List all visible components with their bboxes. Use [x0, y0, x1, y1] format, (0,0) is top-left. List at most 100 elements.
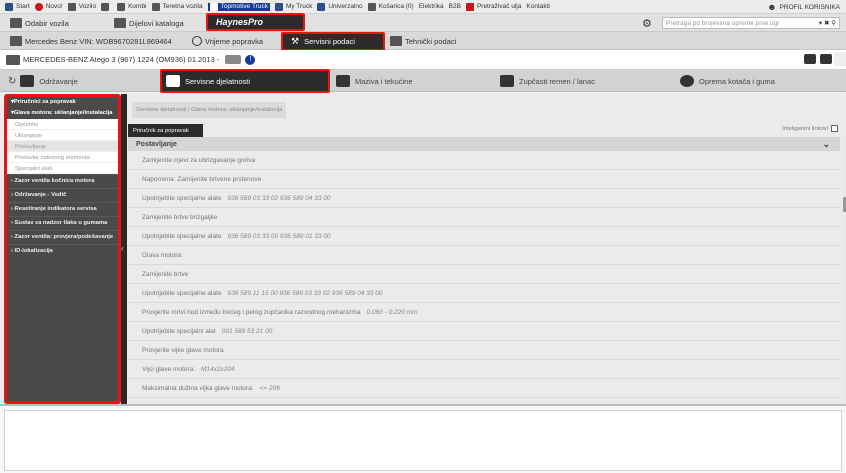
- wheel-icon: [680, 75, 694, 87]
- topbar-univerzalno[interactable]: Univerzalno: [317, 2, 363, 11]
- sidebar-subitem[interactable]: Postavke zateznog momenta: [7, 152, 118, 163]
- row-text: Maksimalna dužina vijka glave motora:: [142, 384, 254, 392]
- service-data-tab[interactable]: ⚒ Servisni podaci: [281, 32, 385, 51]
- email-icon[interactable]: [804, 54, 816, 64]
- sidebar-group[interactable]: › Zazor ventila kočnica motora: [7, 174, 118, 188]
- topbar-topmotive[interactable]: Topmotive Truck: [207, 2, 270, 11]
- sidebar-subitem-selected[interactable]: Postavljanje: [7, 141, 118, 152]
- vehicle-select-button[interactable]: Odabir vozila: [10, 14, 69, 32]
- sidebar-group-open[interactable]: ▾Glava motora: uklanjanje/instalacija: [7, 108, 118, 119]
- table-row: Zamijenite cijevi za ubrizgavanje goriva: [128, 151, 840, 170]
- row-text: Upotrijebite specijalne alate: [142, 232, 222, 240]
- category-lubricants[interactable]: Maziva i tekućine: [336, 70, 413, 92]
- table-row: Zamijenite brtve: [128, 265, 840, 284]
- topbar-kosarica[interactable]: Košarica (0): [367, 2, 414, 11]
- topbar-mytruck[interactable]: My Truck: [274, 2, 312, 11]
- cart-icon: [367, 2, 376, 11]
- topbar-vozilo[interactable]: Vozilo: [67, 2, 96, 11]
- chevron-down-icon[interactable]: ⌄: [822, 139, 830, 150]
- topbar-kontakti[interactable]: Kontakti: [526, 3, 550, 10]
- sidebar-subitem[interactable]: Specijalni alati: [7, 163, 118, 174]
- row-text: Glava motora:: [142, 251, 183, 259]
- row-text: Vijci glave motora:: [142, 365, 195, 373]
- table-row: Maksimalna dužina vijka glave motora: <= …: [128, 379, 840, 398]
- car-icon: [67, 2, 76, 11]
- sidebar-subitem[interactable]: Općenito: [7, 119, 118, 130]
- table-row: Upotrijebite specijalne alate 638 589 11 …: [128, 284, 840, 303]
- table-row: Napomena: Zamijenite brtvene prstenove: [128, 170, 840, 189]
- table-row: Vijci glave motora: M14x2x204: [128, 360, 840, 379]
- book-icon: [166, 75, 180, 87]
- sidebar-group[interactable]: › Održavanje - Vodič: [7, 188, 118, 202]
- category-service[interactable]: Servisne djelatnosti: [160, 69, 330, 93]
- row-text: Upotrijebite specijalne alate: [142, 289, 222, 297]
- tools-icon: ⚒: [291, 36, 300, 46]
- vehicle-info-bar: MERCEDES-BENZ Atego 3 (967) 1224 (OM936)…: [0, 50, 846, 70]
- row-text: Upotrijebite specijalni alat: [142, 327, 216, 335]
- sidebar-subitem[interactable]: Uklanjanje: [7, 130, 118, 141]
- user-icon: ☻: [767, 2, 777, 12]
- row-text: Upotrijebite specijalne alate: [142, 194, 222, 202]
- vin-tab[interactable]: Mercedes Benz VIN: WDB9670281L869464: [10, 32, 172, 50]
- refresh-icon[interactable]: ↻: [8, 76, 16, 87]
- sidebar-group[interactable]: › ID-lokalizacija: [7, 244, 118, 258]
- row-value: <= 206: [259, 384, 280, 392]
- topbar-elektrika[interactable]: Elektrika: [419, 3, 444, 10]
- dropdown-icon[interactable]: ▾ ✖ ⚲: [819, 19, 839, 27]
- row-text: Zamijenite cijevi za ubrizgavanje goriva: [142, 156, 256, 164]
- catalog-icon: [114, 18, 126, 28]
- clock-icon: [192, 36, 202, 46]
- table-row: Glava motora:: [128, 246, 840, 265]
- user-profile-link[interactable]: ☻ PROFIL KORISNIKA: [767, 2, 840, 12]
- tab-repair-manual[interactable]: Priručnik za popravak: [128, 124, 203, 137]
- topbar-teretna[interactable]: Teretna vozila: [151, 2, 203, 11]
- category-belts[interactable]: Zupčasti remen / lanac: [500, 70, 595, 92]
- oil-can-icon: [336, 75, 350, 87]
- oil-search-icon: [465, 2, 474, 11]
- repair-time-tab[interactable]: Vrijeme popravka: [192, 32, 263, 50]
- sidebar-filler: [7, 258, 118, 401]
- topbar-oil-search[interactable]: Pretraživač ulja: [465, 2, 521, 11]
- van-icon: [117, 2, 126, 11]
- category-maintenance[interactable]: ↻ Održavanje: [8, 70, 78, 92]
- sidebar: ▾Priručnici za popravak ▾Glava motora: u…: [4, 94, 121, 404]
- row-value: 936 589 03 33 00 936 589 01 33 00: [227, 232, 331, 240]
- settings-gear-icon[interactable]: ⚙: [642, 14, 652, 32]
- topbar-novo[interactable]: Novo!: [34, 2, 63, 11]
- sidebar-group[interactable]: › Resetiranje indikatora servisa: [7, 202, 118, 216]
- sidebar-header[interactable]: ▾Priručnici za popravak: [7, 97, 118, 108]
- info-icon[interactable]: !: [245, 54, 256, 65]
- tech-data-tab[interactable]: Tehnički podaci: [390, 32, 456, 50]
- car-search-icon: [10, 18, 22, 28]
- topmotive-icon: [209, 2, 218, 11]
- chevron-left-icon[interactable]: ‹: [121, 244, 124, 253]
- car-icon: [6, 54, 20, 65]
- car-icon: [10, 36, 22, 46]
- vehicle-name: MERCEDES-BENZ Atego 3 (967) 1224 (OM936)…: [23, 55, 220, 64]
- row-value: 001 589 53 21 00: [221, 327, 273, 335]
- checkbox[interactable]: [831, 125, 838, 132]
- sidebar-group[interactable]: › Sustav za nadzor tlaka u gumama: [7, 216, 118, 230]
- catalog-button[interactable]: Dijelovi kataloga: [114, 14, 184, 32]
- topbar-checklist[interactable]: [101, 2, 112, 11]
- universal-icon: [317, 2, 326, 11]
- row-text: Napomena: Zamijenite brtvene prstenove: [142, 175, 262, 183]
- row-text: Provjerite vijke glave motora: [142, 346, 224, 354]
- section-header[interactable]: Postavljanje ⌄: [128, 137, 840, 151]
- search-input[interactable]: Pretraga po brojevima opreme prve ugr ▾ ✖…: [662, 17, 840, 29]
- print-icon[interactable]: [820, 54, 832, 64]
- table-row: Upotrijebite specijalne alate 936 589 03 …: [128, 189, 840, 208]
- category-wheels[interactable]: Oprema kotača i guma: [680, 70, 775, 92]
- intelligent-links-toggle[interactable]: Inteligentni linkovi: [782, 125, 838, 132]
- haynespro-button[interactable]: HaynesPro: [206, 13, 305, 31]
- new-badge-icon: [34, 2, 43, 11]
- topbar-b2b[interactable]: B2B: [449, 3, 461, 10]
- sidebar-group[interactable]: › Zazor ventila: provjera/podešavanje: [7, 230, 118, 244]
- belt-icon: [500, 75, 514, 87]
- row-value: 638 589 11 15 00 936 589 03 33 02 936 58…: [227, 289, 383, 297]
- topbar-start[interactable]: Start: [5, 2, 30, 11]
- row-value: 0.060 - 0.220 mm: [366, 308, 418, 316]
- row-text: Zamijenite brtve: [142, 270, 189, 278]
- breadcrumb[interactable]: Servisne djelatnosti / Glava motora: ukl…: [132, 102, 287, 118]
- topbar-kombi[interactable]: Kombi: [117, 2, 147, 11]
